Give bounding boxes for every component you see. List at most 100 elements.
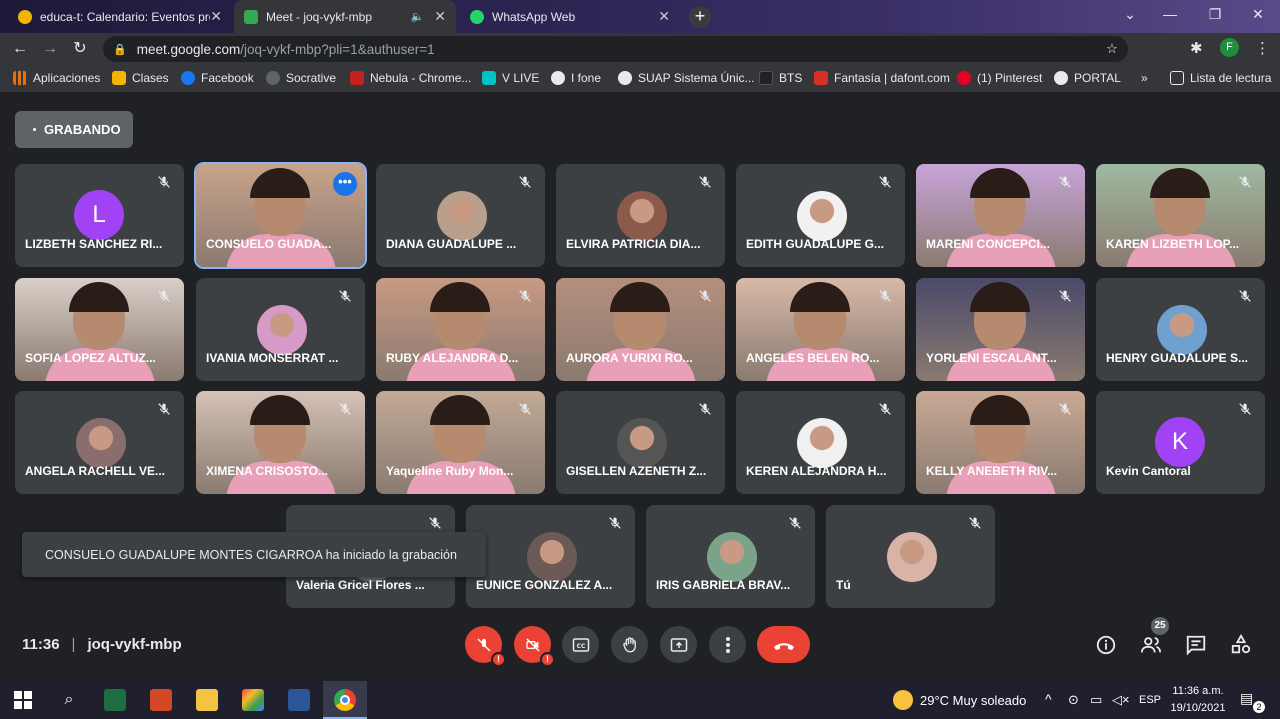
bookmark-dafont[interactable]: Fantasía | dafont.com [814,71,950,85]
participant-tile[interactable]: AURORA YURIXI RO... [556,278,725,381]
notifications-icon[interactable]: ▤ [1240,690,1253,707]
tab-search-icon[interactable]: ⌄ [1110,0,1150,30]
participant-tile[interactable]: KELLY ANEBETH RIV... [916,391,1085,494]
mic-muted-icon [427,515,445,533]
excel-icon[interactable] [104,689,126,711]
participant-avatar [887,532,937,582]
bookmark-portal[interactable]: PORTAL [1054,71,1121,85]
participant-tile[interactable]: ELVIRA PATRICIA DIA... [556,164,725,267]
new-tab-button[interactable]: + [689,6,711,28]
close-tab-icon[interactable]: ✕ [210,8,222,25]
clock-date[interactable]: 19/10/2021 [1170,702,1226,714]
participant-tile[interactable]: EUNICE GONZALEZ A... [466,505,635,608]
more-options-button[interactable] [709,626,746,663]
network-icon[interactable]: ▭ [1090,692,1102,708]
bookmark-apps[interactable]: Aplicaciones [13,71,100,85]
weather-sun-icon[interactable] [893,690,913,710]
bookmark-pinterest[interactable]: (1) Pinterest [957,71,1042,85]
speaker-icon[interactable]: 🔈 [411,10,425,23]
minimize-button[interactable]: — [1150,0,1190,30]
participant-tile[interactable]: YORLENI ESCALANT... [916,278,1085,381]
file-explorer-icon[interactable] [196,689,218,711]
bookmark-ifone[interactable]: I fone [551,71,601,85]
language-indicator[interactable]: ESP [1139,694,1161,706]
participant-tile[interactable]: DIANA GUADALUPE ... [376,164,545,267]
bookmark-star-icon[interactable]: ☆ [1106,41,1118,57]
close-tab-icon[interactable]: ✕ [434,8,446,25]
participant-tile[interactable]: KEREN ALEJANDRA H... [736,391,905,494]
leave-call-button[interactable] [757,626,810,663]
bookmark-socrative[interactable]: Socrative [266,71,336,85]
bookmark-vlive[interactable]: V LIVE [482,71,539,85]
people-button[interactable] [1139,633,1163,657]
tab-meet[interactable]: Meet - joq-vykf-mbp 🔈 ✕ [234,0,456,33]
bookmark-nebula[interactable]: Nebula - Chrome... [350,71,471,85]
bookmark-bts[interactable]: BTS [759,71,802,85]
bookmarks-overflow-button[interactable]: » [1141,71,1148,85]
tab-educa[interactable]: educa-t: Calendario: Eventos próx ✕ [8,0,232,33]
participant-tile[interactable]: L LIZBETH SANCHEZ RI... [15,164,184,267]
tile-options-icon[interactable]: ••• [333,172,357,196]
participant-tile[interactable]: GISELLEN AZENETH Z... [556,391,725,494]
weather-text[interactable]: 29°C Muy soleado [920,693,1026,708]
windows-start-icon[interactable] [12,689,34,711]
reload-button[interactable]: ↻ [70,39,90,59]
participant-tile[interactable]: MARENI CONCEPCI... [916,164,1085,267]
bookmark-clases[interactable]: Clases [112,71,169,85]
recording-button[interactable]: GRABANDO [15,111,133,148]
camera-toggle-button[interactable]: ! [514,626,555,667]
participant-tile[interactable]: K Kevin Cantoral [1096,391,1265,494]
people-icon [1140,637,1162,653]
menu-icon[interactable]: ⋮ [1255,39,1270,57]
raise-hand-button[interactable] [611,626,648,663]
word-icon[interactable] [288,689,310,711]
participant-tile[interactable]: SOFIA LOPEZ ALTUZ... [15,278,184,381]
meeting-info[interactable]: 11:36 | joq-vykf-mbp [22,636,182,653]
participant-tile[interactable]: ANGELA RACHELL VE... [15,391,184,494]
participant-tile[interactable]: Tú [826,505,995,608]
bookmark-facebook[interactable]: Facebook [181,71,254,85]
participant-tile[interactable]: EDITH GUADALUPE G... [736,164,905,267]
volume-icon[interactable]: ◁× [1112,692,1130,708]
recording-toast: CONSUELO GUADALUPE MONTES CIGARROA ha in… [22,532,486,577]
tray-expand-icon[interactable]: ^ [1045,691,1052,707]
chat-button[interactable] [1184,633,1208,657]
participant-tile[interactable]: ANGELES BELEN RO... [736,278,905,381]
search-icon[interactable]: ⌕ [58,689,80,711]
participant-tile[interactable]: ••• CONSUELO GUADA... [194,162,367,269]
participant-hair [970,282,1030,312]
lock-icon: 🔒 [113,43,127,56]
chrome-taskbar-button[interactable] [323,681,367,719]
powerpoint-icon[interactable] [150,689,172,711]
meet-tray-icon[interactable]: ⊙ [1068,692,1079,708]
meet-favicon-icon [244,9,258,24]
reading-list-icon [1170,71,1184,85]
tab-whatsapp[interactable]: WhatsApp Web ✕ [460,0,680,33]
maximize-button[interactable]: ❐ [1195,0,1235,30]
app-stack-icon[interactable] [242,689,264,711]
forward-button[interactable]: → [40,39,60,59]
back-button[interactable]: ← [10,39,30,59]
clock-time[interactable]: 11:36 a.m. [1170,685,1226,697]
participant-tile[interactable]: Yaqueline Ruby Mon... [376,391,545,494]
activities-button[interactable] [1229,633,1253,657]
participant-tile[interactable]: IVANIA MONSERRAT ... [196,278,365,381]
participant-initial-avatar: L [74,190,124,240]
reading-list-button[interactable]: Lista de lectura [1170,71,1271,85]
classroom-icon [112,71,126,85]
address-bar[interactable]: 🔒 meet.google.com/joq-vykf-mbp?pli=1&aut… [103,36,1128,62]
bookmark-suap[interactable]: SUAP Sistema Únic... [618,71,754,85]
captions-button[interactable]: CC [562,626,599,663]
extensions-icon[interactable]: ✱ [1190,39,1203,57]
participant-tile[interactable]: HENRY GUADALUPE S... [1096,278,1265,381]
participant-tile[interactable]: KAREN LIZBETH LOP... [1096,164,1265,267]
mic-toggle-button[interactable]: ! [465,626,506,667]
profile-avatar[interactable]: F [1220,38,1239,57]
participant-tile[interactable]: RUBY ALEJANDRA D... [376,278,545,381]
close-window-button[interactable]: ✕ [1238,0,1278,30]
participant-tile[interactable]: IRIS GABRIELA BRAV... [646,505,815,608]
close-tab-icon[interactable]: ✕ [658,8,670,25]
participant-tile[interactable]: XIMENA CRISOSTO... [196,391,365,494]
present-button[interactable] [660,626,697,663]
meeting-details-button[interactable] [1094,633,1118,657]
